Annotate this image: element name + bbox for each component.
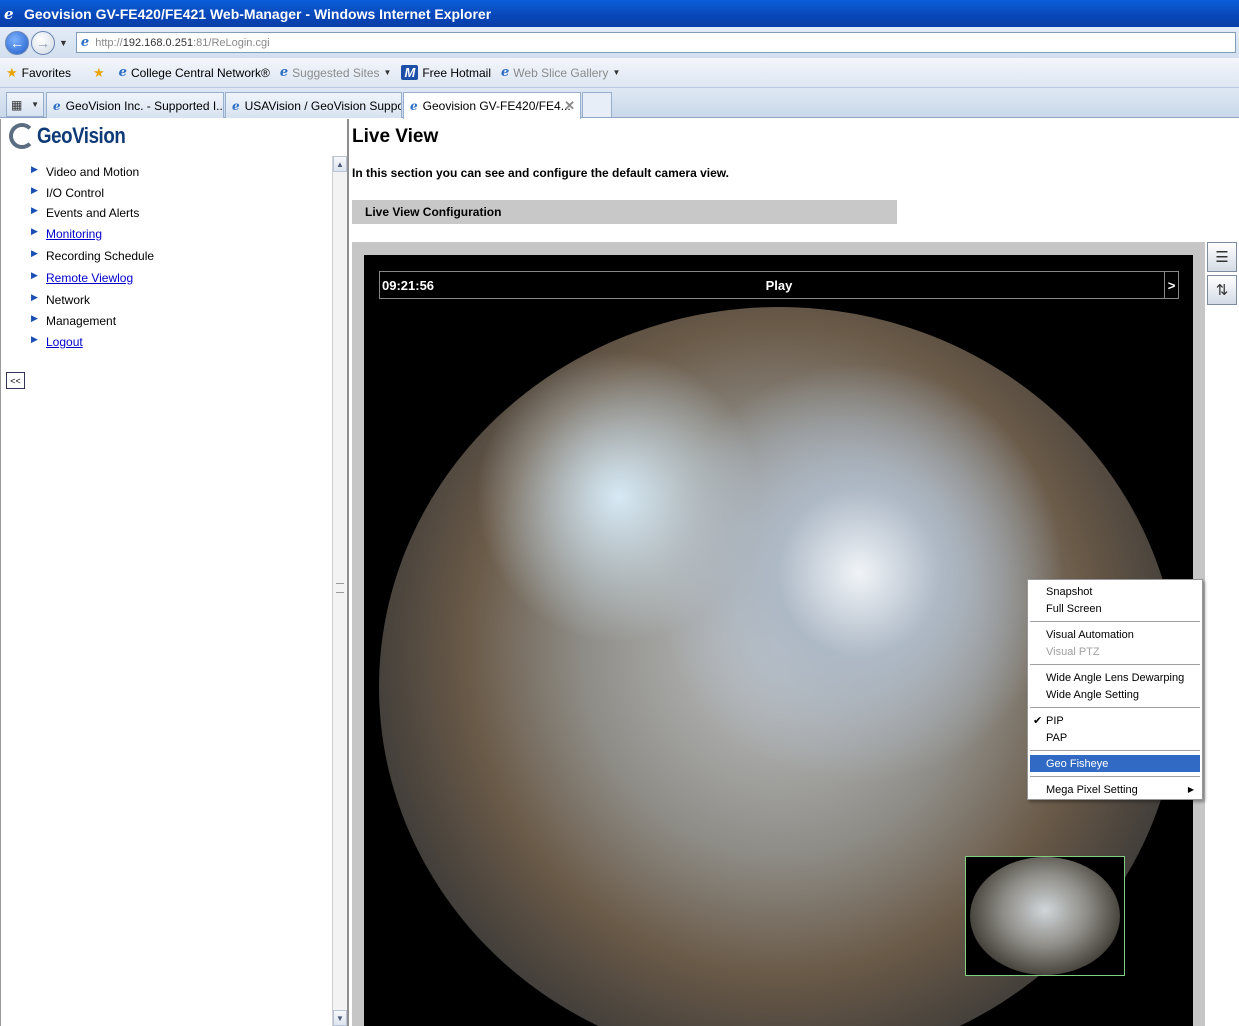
sidebar-item-management[interactable]: ▶ Management bbox=[31, 311, 154, 331]
menu-item-pap[interactable]: PAP bbox=[1028, 729, 1202, 746]
toolbar-next-button[interactable]: > bbox=[1164, 272, 1178, 298]
play-button[interactable]: Play bbox=[380, 278, 1178, 293]
forward-button[interactable]: → bbox=[31, 30, 55, 55]
menu-item-wide-angle-lens-dewarping[interactable]: Wide Angle Lens Dewarping bbox=[1028, 669, 1202, 686]
chevron-down-icon: ▼ bbox=[612, 68, 621, 77]
url-host: 192.168.0.251 bbox=[122, 36, 194, 49]
menu-item-visual-automation[interactable]: Visual Automation bbox=[1028, 626, 1202, 643]
page-content: GeoVision ▶ Video and Motion ▶ I/O Control… bbox=[0, 119, 1239, 1026]
fav-college-central[interactable]: e College Central Network® bbox=[119, 65, 270, 80]
geovision-logo: GeoVision bbox=[9, 123, 141, 149]
suggested-sites-icon: e bbox=[279, 65, 289, 80]
page-description: In this section you can see and configur… bbox=[352, 166, 729, 180]
page-icon: e bbox=[232, 98, 240, 113]
back-button[interactable]: ← bbox=[5, 30, 29, 55]
add-to-favorites-icon: ★ bbox=[93, 64, 105, 80]
io-settings-icon[interactable]: ⇅ bbox=[1207, 275, 1237, 305]
menu-separator bbox=[1030, 621, 1200, 622]
scroll-up-icon[interactable]: ▲ bbox=[333, 156, 347, 172]
window-title: Geovision GV-FE420/FE421 Web-Manager - W… bbox=[24, 5, 492, 22]
pip-fisheye-image bbox=[970, 857, 1120, 975]
favorites-button[interactable]: ★ Favorites bbox=[6, 65, 71, 81]
submenu-arrow-icon: ▶ bbox=[1187, 785, 1194, 794]
star-icon: ★ bbox=[6, 64, 18, 80]
add-favorite-button[interactable]: ★ bbox=[93, 65, 109, 81]
fav-free-hotmail[interactable]: M Free Hotmail bbox=[401, 65, 491, 80]
section-header: Live View Configuration bbox=[352, 200, 897, 224]
triangle-right-icon: ▶ bbox=[31, 163, 38, 174]
scroll-grip[interactable] bbox=[336, 583, 344, 593]
triangle-right-icon: ▶ bbox=[31, 247, 38, 258]
menu-separator bbox=[1030, 750, 1200, 751]
menu-item-pip[interactable]: ✔ PIP bbox=[1028, 712, 1202, 729]
url-path: :81/ReLogin.cgi bbox=[193, 36, 270, 49]
list-icon[interactable]: ☰ bbox=[1207, 242, 1237, 272]
page-icon: e bbox=[53, 98, 61, 113]
frame-divider[interactable] bbox=[347, 119, 349, 1026]
page-icon: e bbox=[410, 99, 418, 113]
quick-tabs-button[interactable]: ▦ ▼ bbox=[6, 92, 44, 117]
grid-icon: ▦ bbox=[11, 97, 23, 112]
web-slice-icon: e bbox=[501, 65, 510, 80]
close-tab-icon[interactable]: ✕ bbox=[564, 98, 575, 114]
fav-web-slice-gallery[interactable]: e Web Slice Gallery ▼ bbox=[501, 65, 620, 80]
url-prefix: http:// bbox=[95, 36, 123, 49]
checkmark-icon: ✔ bbox=[1033, 715, 1043, 727]
sidebar-item-events-and-alerts[interactable]: ▶ Events and Alerts bbox=[31, 203, 154, 223]
window-title-bar: e Geovision GV-FE420/FE421 Web-Manager -… bbox=[0, 0, 1239, 27]
triangle-right-icon: ▶ bbox=[31, 269, 38, 280]
chevron-down-icon: ▼ bbox=[31, 100, 39, 109]
sidebar-item-recording-schedule[interactable]: ▶ Recording Schedule bbox=[31, 245, 154, 267]
triangle-right-icon: ▶ bbox=[31, 312, 38, 323]
menu-item-visual-ptz: Visual PTZ bbox=[1046, 645, 1100, 658]
viewer-side-toolbar: ☰ ⇅ bbox=[1207, 242, 1239, 312]
fav-suggested-sites[interactable]: e Suggested Sites ▼ bbox=[280, 65, 392, 80]
sidebar-item-io-control[interactable]: ▶ I/O Control bbox=[31, 183, 154, 203]
sidebar-item-remote-viewlog[interactable]: ▶ Remote Viewlog bbox=[31, 267, 154, 289]
page-title: Live View bbox=[352, 126, 439, 147]
menu-separator bbox=[1030, 707, 1200, 708]
menu-separator bbox=[1030, 776, 1200, 777]
triangle-right-icon: ▶ bbox=[31, 291, 38, 302]
sidebar-item-monitoring[interactable]: ▶ Monitoring bbox=[31, 223, 154, 245]
sidebar-scrollbar[interactable]: ▲ ▼ bbox=[332, 156, 347, 1026]
menu-item-wide-angle-setting[interactable]: Wide Angle Setting bbox=[1028, 686, 1202, 703]
url-input[interactable]: e http://192.168.0.251:81/ReLogin.cgi bbox=[75, 32, 1236, 53]
favorites-label: Favorites bbox=[21, 65, 72, 80]
msn-icon: M bbox=[401, 65, 419, 80]
menu-item-geo-fisheye[interactable]: Geo Fisheye bbox=[1030, 755, 1200, 772]
video-toolbar: 09:21:56 Play > bbox=[379, 271, 1179, 299]
triangle-right-icon: ▶ bbox=[31, 225, 38, 236]
tab-geovision-supported[interactable]: e GeoVision Inc. - Supported I... bbox=[46, 92, 224, 118]
triangle-right-icon: ▶ bbox=[31, 204, 38, 215]
sidebar-item-video-and-motion[interactable]: ▶ Video and Motion bbox=[31, 161, 154, 183]
tab-geovision-webmanager[interactable]: e Geovision GV-FE420/FE4... ✕ bbox=[403, 92, 581, 119]
context-menu: Snapshot Full Screen Visual Automation V… bbox=[1027, 579, 1203, 800]
main-panel: Live View In this section you can see an… bbox=[352, 119, 1239, 1026]
address-bar: ← → ▼ e http://192.168.0.251:81/ReLogin.… bbox=[0, 27, 1239, 58]
favorites-bar: ★ Favorites ★ e College Central Network®… bbox=[0, 58, 1239, 88]
chevron-down-icon: ▼ bbox=[383, 68, 392, 77]
triangle-right-icon: ▶ bbox=[31, 333, 38, 344]
page-icon: e bbox=[118, 65, 127, 80]
recent-pages-dropdown-icon[interactable]: ▼ bbox=[59, 38, 68, 48]
page-icon: e bbox=[80, 35, 90, 50]
tab-usavision[interactable]: e USAVision / GeoVision Suppor... bbox=[225, 92, 402, 118]
scroll-down-icon[interactable]: ▼ bbox=[333, 1010, 347, 1026]
tab-bar: ▦ ▼ e GeoVision Inc. - Supported I... e … bbox=[0, 88, 1239, 119]
geovision-swirl-icon bbox=[9, 123, 35, 149]
new-tab-button[interactable] bbox=[582, 92, 612, 117]
ie-logo-icon: e bbox=[4, 4, 14, 23]
sidebar-item-logout[interactable]: ▶ Logout bbox=[31, 331, 154, 353]
collapse-sidebar-button[interactable]: << bbox=[6, 372, 25, 389]
sidebar-item-network[interactable]: ▶ Network bbox=[31, 289, 154, 311]
pip-window[interactable] bbox=[965, 856, 1125, 976]
menu-item-mega-pixel-setting[interactable]: Mega Pixel Setting ▶ bbox=[1028, 781, 1202, 798]
menu-item-snapshot[interactable]: Snapshot bbox=[1028, 583, 1202, 600]
menu-separator bbox=[1030, 664, 1200, 665]
menu-item-full-screen[interactable]: Full Screen bbox=[1028, 600, 1202, 617]
sidebar: GeoVision ▶ Video and Motion ▶ I/O Control… bbox=[0, 119, 332, 1026]
triangle-right-icon: ▶ bbox=[31, 184, 38, 195]
sidebar-menu: ▶ Video and Motion ▶ I/O Control ▶ Events a… bbox=[31, 161, 154, 353]
